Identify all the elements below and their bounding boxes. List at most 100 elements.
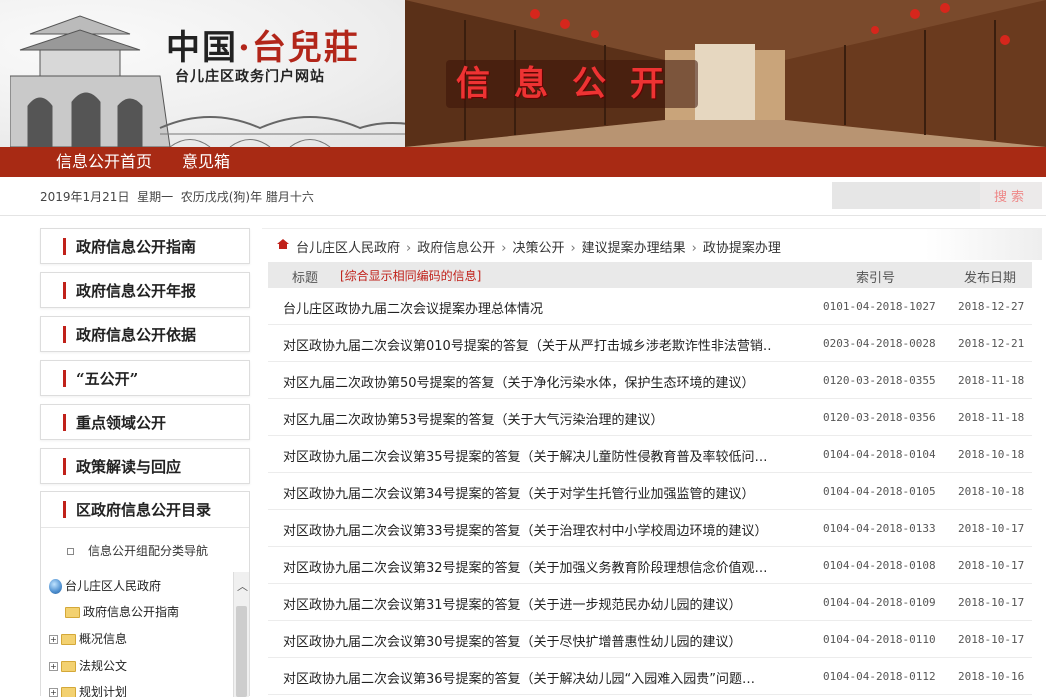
main-nav: 信息公开首页 意见箱 xyxy=(0,147,1046,177)
scrollbar-thumb[interactable] xyxy=(236,606,247,697)
publish-date: 2018-12-21 xyxy=(958,337,1025,350)
tree-node-label: 政府信息公开指南 xyxy=(83,605,180,619)
expand-icon[interactable]: + xyxy=(49,635,58,644)
expand-icon[interactable]: + xyxy=(49,662,58,671)
table-row[interactable]: 对区政协九届二次会议第31号提案的答复（关于进一步规范民办幼儿园的建议） 0104… xyxy=(268,584,1032,621)
breadcrumb-item[interactable]: 政府信息公开 xyxy=(417,241,495,256)
chevron-up-icon[interactable]: ︿ xyxy=(237,578,248,594)
accent-bar xyxy=(63,326,66,343)
date-value: 2019年1月21日 xyxy=(40,190,130,204)
document-title-link[interactable]: 对区政协九届二次会议第34号提案的答复（关于对学生托管行业加强监管的建议） xyxy=(283,483,773,502)
category-nav-link[interactable]: 信息公开组配分类导航 xyxy=(67,542,208,559)
publish-date: 2018-10-17 xyxy=(958,522,1025,535)
document-title-link[interactable]: 对区九届二次政协第50号提案的答复（关于净化污染水体，保护生态环境的建议） xyxy=(283,372,773,391)
tree-node-label: 规划计划 xyxy=(79,685,128,697)
accent-bar xyxy=(63,501,66,518)
tree-node-label: 台儿庄区人民政府 xyxy=(65,579,162,593)
search-button[interactable]: 搜索 xyxy=(980,182,1042,209)
tree-node-overview[interactable]: + 概况信息 xyxy=(49,629,127,649)
lunar-date: 农历戊戌(狗)年 腊月十六 xyxy=(180,190,314,204)
sidebar-item-label: 政府信息公开年报 xyxy=(76,282,197,300)
tree-node-root[interactable]: 台儿庄区人民政府 xyxy=(49,576,161,596)
logo-red: 台兒莊 xyxy=(251,28,360,68)
publish-date: 2018-10-16 xyxy=(958,670,1025,683)
directory-panel: 区政府信息公开目录 信息公开组配分类导航 台儿庄区人民政府 政府信息公开指南 +… xyxy=(40,491,250,697)
logo-main: 中国 xyxy=(166,28,238,68)
directory-header[interactable]: 区政府信息公开目录 xyxy=(41,492,249,528)
document-title-link[interactable]: 对区政协九届二次会议第30号提案的答复（关于尽快扩增普惠性幼儿园的建议） xyxy=(283,631,773,650)
date-display: 2019年1月21日 星期一 农历戊戌(狗)年 腊月十六 xyxy=(40,188,314,205)
accent-bar xyxy=(63,282,66,299)
tree-scrollbar[interactable]: ︿ xyxy=(233,572,249,697)
tree-node-planning[interactable]: + 规划计划 xyxy=(49,682,127,697)
publish-date: 2018-10-17 xyxy=(958,596,1025,609)
publish-date: 2018-10-17 xyxy=(958,559,1025,572)
table-row[interactable]: 对区政协九届二次会议第34号提案的答复（关于对学生托管行业加强监管的建议） 010… xyxy=(268,473,1032,510)
search-input[interactable] xyxy=(832,182,980,209)
publish-date: 2018-11-18 xyxy=(958,374,1025,387)
breadcrumb-item[interactable]: 建议提案办理结果 xyxy=(582,241,686,256)
index-number: 0104-04-2018-0133 xyxy=(823,522,936,535)
breadcrumb-separator: › xyxy=(406,241,412,256)
breadcrumb-separator: › xyxy=(570,241,576,256)
document-title-link[interactable]: 台儿庄区政协九届二次会议提案办理总体情况 xyxy=(283,298,773,317)
document-title-link[interactable]: 对区政协九届二次会议第31号提案的答复（关于进一步规范民办幼儿园的建议） xyxy=(283,594,773,613)
sidebar-item-label: 政策解读与回应 xyxy=(76,458,182,476)
table-row[interactable]: 对区政协九届二次会议第35号提案的答复（关于解决儿童防性侵教育普及率较低问… 01… xyxy=(268,436,1032,473)
index-number: 0120-03-2018-0356 xyxy=(823,411,936,424)
accent-bar xyxy=(63,414,66,431)
home-icon[interactable] xyxy=(277,239,289,249)
site-banner: 中国·台兒莊 台儿庄区政务门户网站 信息公开 xyxy=(0,0,1046,147)
tree-node-label: 概况信息 xyxy=(79,632,128,646)
breadcrumb-item[interactable]: 政协提案办理 xyxy=(703,241,781,256)
table-row[interactable]: 对区政协九届二次会议第36号提案的答复（关于解决幼儿园“入园难入园贵”问题… 01… xyxy=(268,658,1032,695)
table-row[interactable]: 对区政协九届二次会议第010号提案的答复（关于从严打击城乡涉老欺诈性非法营销… 0… xyxy=(268,325,1032,362)
table-row[interactable]: 对区政协九届二次会议第32号提案的答复（关于加强义务教育阶段理想信念价值观… 01… xyxy=(268,547,1032,584)
logo-dot: · xyxy=(238,28,252,68)
sidebar-item-label: “五公开” xyxy=(76,370,139,388)
table-row[interactable]: 对区九届二次政协第50号提案的答复（关于净化污染水体，保护生态环境的建议） 012… xyxy=(268,362,1032,399)
tree-node-guide[interactable]: 政府信息公开指南 xyxy=(55,602,179,622)
sidebar-item-annual-report[interactable]: 政府信息公开年报 xyxy=(40,272,250,308)
globe-icon xyxy=(49,579,62,594)
breadcrumb-path: 台儿庄区人民政府 › 政府信息公开 › 决策公开 › 建议提案办理结果 › 政协提案办理 xyxy=(296,237,781,256)
sidebar-item-five-public[interactable]: “五公开” xyxy=(40,360,250,396)
document-title-link[interactable]: 对区政协九届二次会议第33号提案的答复（关于治理农村中小学校周边环境的建议） xyxy=(283,520,773,539)
breadcrumb-item[interactable]: 台儿庄区人民政府 xyxy=(296,241,400,256)
sidebar-item-label: 政府信息公开指南 xyxy=(76,238,197,256)
table-row[interactable]: 对区政协九届二次会议第30号提案的答复（关于尽快扩增普惠性幼儿园的建议） 0104… xyxy=(268,621,1032,658)
banner-title: 信息公开 xyxy=(446,60,698,108)
site-logo[interactable]: 中国·台兒莊 xyxy=(166,20,360,69)
folder-icon xyxy=(65,607,80,618)
nav-info-home[interactable]: 信息公开首页 xyxy=(56,147,152,177)
document-title-link[interactable]: 对区政协九届二次会议第35号提案的答复（关于解决儿童防性侵教育普及率较低问… xyxy=(283,446,773,465)
breadcrumb-separator: › xyxy=(501,241,507,256)
table-header: 标题 [综合显示相同编码的信息] 索引号 发布日期 xyxy=(268,262,1032,288)
sidebar-item-policy-interpretation[interactable]: 政策解读与回应 xyxy=(40,448,250,484)
document-title-link[interactable]: 对区政协九届二次会议第010号提案的答复（关于从严打击城乡涉老欺诈性非法营销… xyxy=(283,335,773,354)
sidebar-item-guide[interactable]: 政府信息公开指南 xyxy=(40,228,250,264)
sidebar-item-label: 重点领域公开 xyxy=(76,414,167,432)
folder-icon xyxy=(61,634,76,645)
document-list: 台儿庄区政协九届二次会议提案办理总体情况 0101-04-2018-1027 201… xyxy=(268,288,1032,696)
document-title-link[interactable]: 对区政协九届二次会议第32号提案的答复（关于加强义务教育阶段理想信念价值观… xyxy=(283,557,773,576)
table-row[interactable]: 对区政协九届二次会议第33号提案的答复（关于治理农村中小学校周边环境的建议） 01… xyxy=(268,510,1032,547)
column-date: 发布日期 xyxy=(964,271,1017,286)
nav-suggestion-box[interactable]: 意见箱 xyxy=(182,147,230,177)
sidebar-item-key-areas[interactable]: 重点领域公开 xyxy=(40,404,250,440)
publish-date: 2018-10-17 xyxy=(958,633,1025,646)
breadcrumb-item[interactable]: 决策公开 xyxy=(512,241,564,256)
weekday-value: 星期一 xyxy=(137,190,174,204)
column-index: 索引号 xyxy=(856,271,896,286)
tree-node-label: 法规公文 xyxy=(79,659,128,673)
index-number: 0101-04-2018-1027 xyxy=(823,300,936,313)
table-row[interactable]: 对区九届二次政协第53号提案的答复（关于大气污染治理的建议） 0120-03-20… xyxy=(268,399,1032,436)
document-title-link[interactable]: 对区政协九届二次会议第36号提案的答复（关于解决幼儿园“入园难入园贵”问题… xyxy=(283,668,773,687)
accent-bar xyxy=(63,238,66,255)
sidebar-item-basis[interactable]: 政府信息公开依据 xyxy=(40,316,250,352)
tree-node-regulations[interactable]: + 法规公文 xyxy=(49,656,127,676)
table-row[interactable]: 台儿庄区政协九届二次会议提案办理总体情况 0101-04-2018-1027 201… xyxy=(268,288,1032,325)
document-title-link[interactable]: 对区九届二次政协第53号提案的答复（关于大气污染治理的建议） xyxy=(283,409,773,428)
index-number: 0104-04-2018-0105 xyxy=(823,485,936,498)
merge-same-code-link[interactable]: [综合显示相同编码的信息] xyxy=(340,267,481,284)
